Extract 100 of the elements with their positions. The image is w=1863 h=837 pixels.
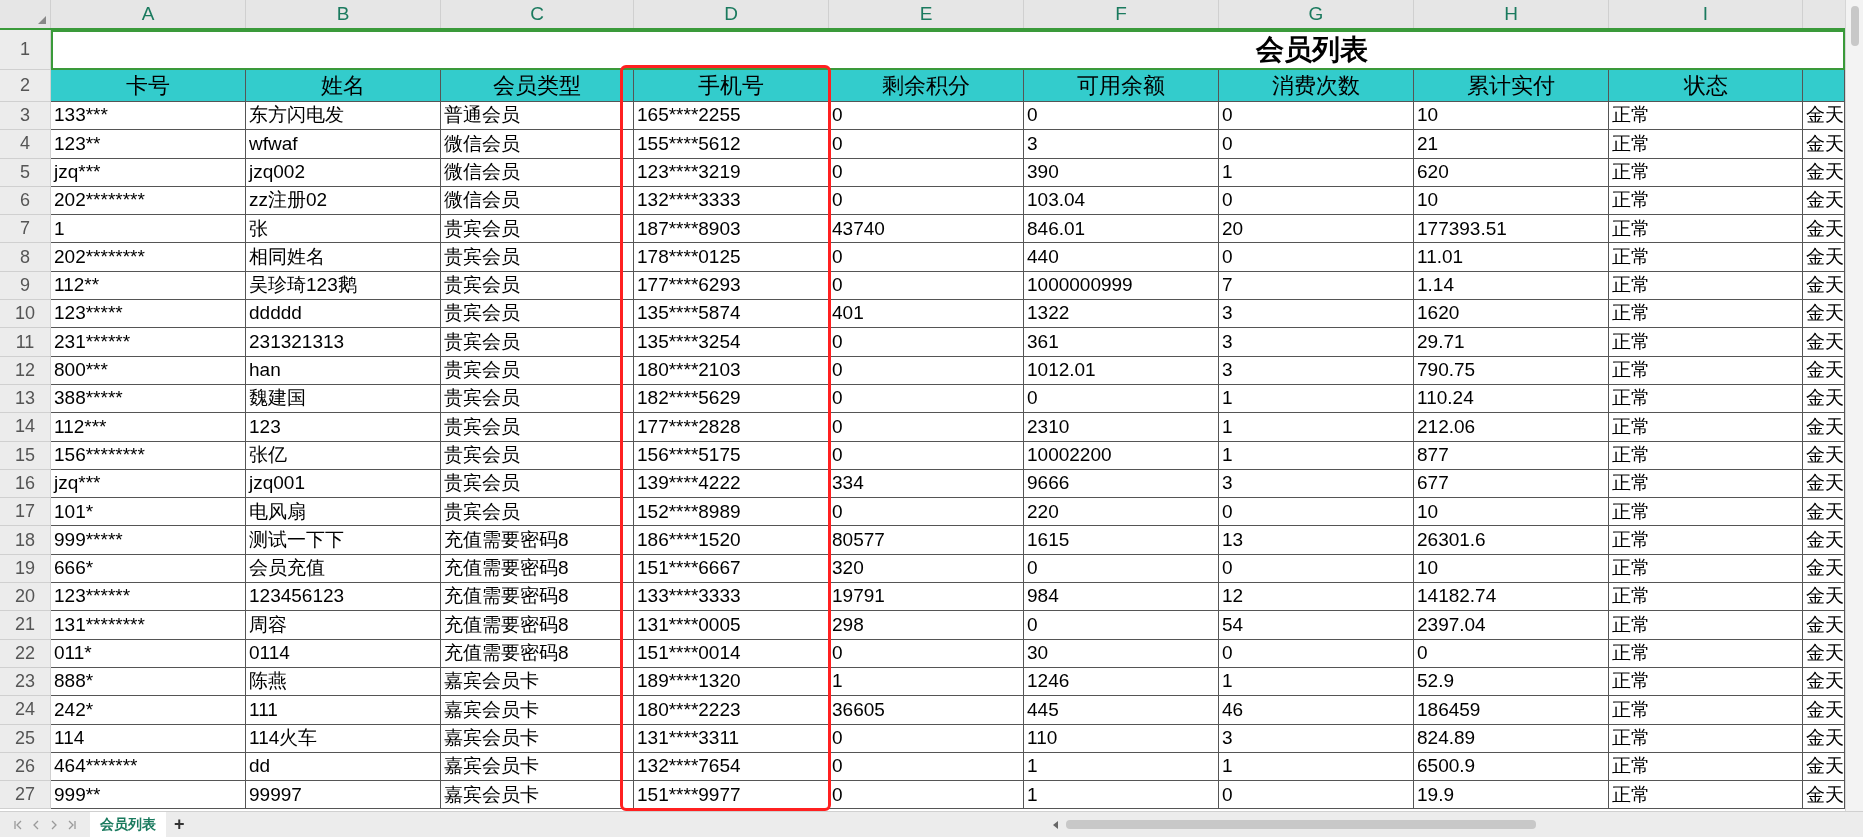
row-header[interactable]: 10 [0, 300, 51, 329]
table-cell: dd [246, 752, 441, 782]
column-header[interactable]: F [1024, 0, 1219, 28]
table-cell: 正常 [1609, 384, 1803, 414]
row-header[interactable]: 7 [0, 215, 51, 244]
table-cell: 6500.9 [1414, 752, 1609, 782]
table-cell: 正常 [1609, 300, 1803, 329]
table-cell: 1322 [1024, 300, 1219, 329]
row-header[interactable]: 18 [0, 526, 51, 555]
row-header[interactable]: 1 [0, 30, 51, 70]
column-header[interactable]: A [51, 0, 246, 28]
table-cell: 846.01 [1024, 215, 1219, 244]
row-header[interactable]: 26 [0, 752, 51, 782]
table-cell: 677 [1414, 469, 1609, 499]
column-header[interactable]: E [829, 0, 1024, 28]
table-cell: 正常 [1609, 271, 1803, 301]
table-cell: 401 [829, 300, 1024, 329]
table-cell: 正常 [1609, 413, 1803, 442]
table-cell: 正常 [1609, 526, 1803, 555]
table-cell: 0 [1219, 130, 1414, 159]
table-cell: 1 [1219, 158, 1414, 187]
row-header[interactable]: 12 [0, 356, 51, 385]
table-cell: 嘉宾会员卡 [441, 667, 634, 697]
table-cell: 0 [829, 271, 1024, 301]
table-cell: 正常 [1609, 554, 1803, 584]
table-cell: 114 [51, 724, 246, 753]
column-header[interactable]: B [246, 0, 441, 28]
last-sheet-icon[interactable] [68, 819, 76, 830]
row-header[interactable]: 20 [0, 583, 51, 612]
table-cell: 0 [829, 102, 1024, 131]
table-cell: 52.9 [1414, 667, 1609, 697]
column-header[interactable]: C [441, 0, 634, 28]
column-header[interactable]: D [634, 0, 829, 28]
table-cell: 620 [1414, 158, 1609, 187]
row-header[interactable]: 9 [0, 271, 51, 301]
table-cell: 0 [1414, 639, 1609, 668]
next-sheet-icon[interactable] [50, 819, 58, 830]
table-cell: 张亿 [246, 441, 441, 470]
row-header[interactable]: 11 [0, 328, 51, 357]
row-header[interactable]: 14 [0, 413, 51, 442]
row-header[interactable]: 8 [0, 243, 51, 272]
table-cell: 999***** [51, 526, 246, 555]
table-cell: 1620 [1414, 300, 1609, 329]
scroll-left-icon[interactable] [1052, 820, 1058, 829]
table-cell: 151****0014 [634, 639, 829, 668]
table-cell: 111 [246, 696, 441, 725]
table-cell: 陈燕 [246, 667, 441, 697]
row-header[interactable]: 25 [0, 724, 51, 753]
table-cell: ddddd [246, 300, 441, 329]
table-cell: 231321313 [246, 328, 441, 357]
row-header[interactable]: 17 [0, 498, 51, 527]
row-header[interactable]: 3 [0, 102, 51, 131]
header-cell: 姓名 [246, 70, 441, 102]
table-cell: 156******** [51, 441, 246, 470]
vertical-scrollbar-thumb[interactable] [1850, 6, 1859, 46]
table-cell: 0 [829, 384, 1024, 414]
table-cell: 7 [1219, 271, 1414, 301]
row-header[interactable]: 16 [0, 469, 51, 499]
table-cell: 10002200 [1024, 441, 1219, 470]
table-cell: 贵宾会员 [441, 300, 634, 329]
row-header[interactable]: 6 [0, 186, 51, 216]
table-cell: jzq*** [51, 158, 246, 187]
table-cell: 133****3333 [634, 583, 829, 612]
table-cell: 0 [829, 158, 1024, 187]
table-cell: 54 [1219, 611, 1414, 640]
column-header[interactable]: H [1414, 0, 1609, 28]
row-header[interactable]: 4 [0, 130, 51, 159]
table-cell: 186****1520 [634, 526, 829, 555]
table-cell: 0 [829, 243, 1024, 272]
table-cell: 180****2223 [634, 696, 829, 725]
row-header[interactable]: 5 [0, 158, 51, 187]
row-header[interactable]: 2 [0, 70, 51, 102]
table-cell: 0 [1219, 781, 1414, 810]
table-cell: 220 [1024, 498, 1219, 527]
column-header[interactable]: G [1219, 0, 1414, 28]
table-cell: 正常 [1609, 724, 1803, 753]
row-header[interactable]: 23 [0, 667, 51, 697]
table-cell: 0 [829, 752, 1024, 782]
row-header[interactable]: 19 [0, 554, 51, 584]
table-cell: 微信会员 [441, 158, 634, 187]
column-header[interactable]: I [1609, 0, 1803, 28]
table-cell: 正常 [1609, 752, 1803, 782]
row-header[interactable]: 24 [0, 696, 51, 725]
table-cell: 824.89 [1414, 724, 1609, 753]
table-cell: 1 [1219, 752, 1414, 782]
row-header[interactable]: 22 [0, 639, 51, 668]
previous-sheet-icon[interactable] [32, 819, 40, 830]
table-cell: 正常 [1609, 328, 1803, 357]
table-cell: 114火车 [246, 724, 441, 753]
add-sheet-button[interactable]: + [166, 811, 193, 837]
first-sheet-icon[interactable] [14, 819, 22, 830]
row-header[interactable]: 27 [0, 781, 51, 810]
table-cell: 1 [1219, 384, 1414, 414]
row-header[interactable]: 15 [0, 441, 51, 470]
table-cell: zz注册02 [246, 186, 441, 216]
table-cell: 46 [1219, 696, 1414, 725]
sheet-tab[interactable]: 会员列表 [90, 812, 166, 837]
row-header[interactable]: 21 [0, 611, 51, 640]
table-cell: 3 [1024, 130, 1219, 159]
row-header[interactable]: 13 [0, 384, 51, 414]
